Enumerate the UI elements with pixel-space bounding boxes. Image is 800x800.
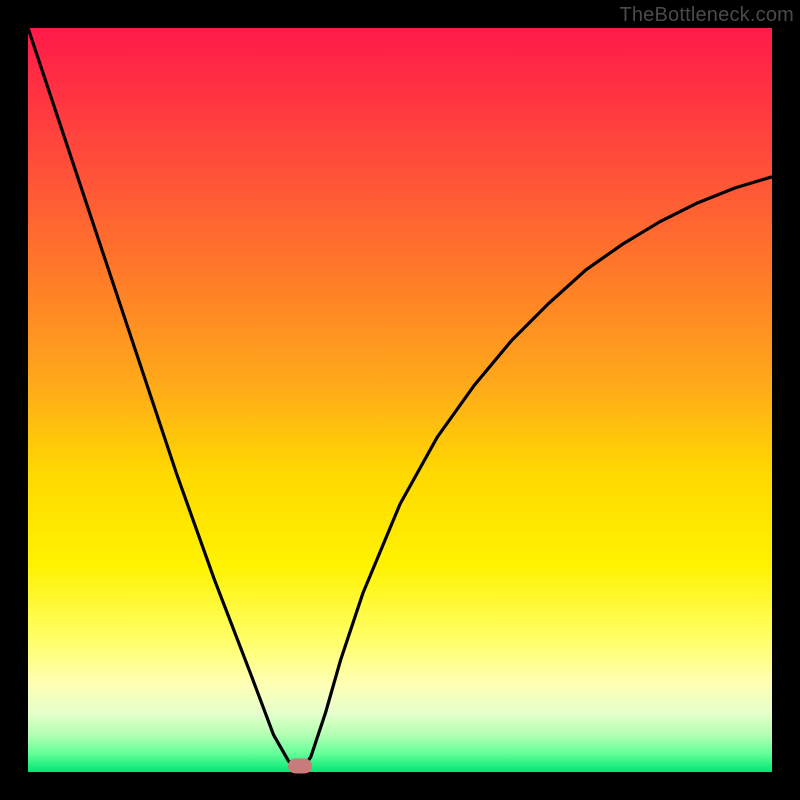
optimal-marker [288, 759, 312, 774]
chart-frame: TheBottleneck.com [0, 0, 800, 800]
bottleneck-curve [28, 28, 772, 772]
plot-area [28, 28, 772, 772]
watermark-label: TheBottleneck.com [619, 4, 794, 27]
